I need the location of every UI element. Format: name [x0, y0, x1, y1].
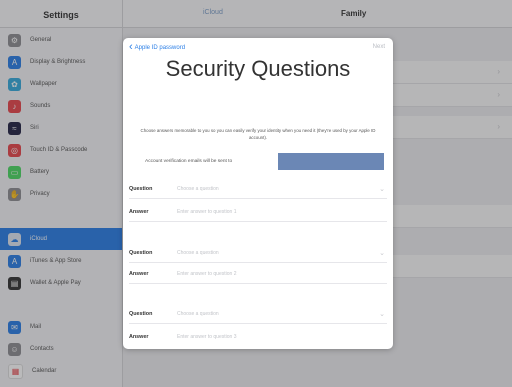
rescue-email-label: Account verification emails will be sent…	[145, 158, 233, 164]
chevron-down-icon: ⌄	[379, 186, 385, 193]
chevron-down-icon: ⌄	[379, 250, 385, 257]
chevron-left-icon: ‹	[129, 41, 133, 53]
security-questions-sheet: ‹ Apple ID password Next Security Questi…	[123, 38, 393, 349]
sheet-nav-bar: ‹ Apple ID password Next	[123, 38, 393, 58]
question-label: Question	[129, 250, 153, 256]
answer-3-input[interactable]: Enter answer to question 3	[177, 334, 387, 340]
rescue-email-field[interactable]	[278, 153, 384, 170]
answer-label: Answer	[129, 334, 149, 340]
answer-1-input[interactable]: Enter answer to question 1	[177, 209, 387, 215]
question-3-select[interactable]: Choose a question	[177, 311, 379, 317]
answer-1-row[interactable]: Answer Enter answer to question 1	[129, 203, 387, 222]
next-button[interactable]: Next	[373, 44, 385, 50]
question-label: Question	[129, 311, 153, 317]
answer-label: Answer	[129, 209, 149, 215]
question-3-row[interactable]: Question Choose a question ⌄	[129, 305, 387, 324]
answer-label: Answer	[129, 271, 149, 277]
question-2-row[interactable]: Question Choose a question ⌄	[129, 244, 387, 263]
question-label: Question	[129, 186, 153, 192]
back-button[interactable]: ‹ Apple ID password	[129, 42, 185, 53]
back-button-label: Apple ID password	[134, 44, 186, 51]
rescue-email-row: Account verification emails will be sent…	[123, 153, 393, 170]
answer-2-input[interactable]: Enter answer to question 2	[177, 271, 387, 277]
question-1-select[interactable]: Choose a question	[177, 186, 379, 192]
answer-2-row[interactable]: Answer Enter answer to question 2	[129, 265, 387, 284]
question-1-row[interactable]: Question Choose a question ⌄	[129, 180, 387, 199]
chevron-down-icon: ⌄	[379, 311, 385, 318]
question-2-select[interactable]: Choose a question	[177, 250, 379, 256]
answer-3-row[interactable]: Answer Enter answer to question 3	[129, 328, 387, 346]
page-title: Security Questions	[165, 56, 351, 81]
intro-text: Choose answers memorable to you so you c…	[140, 128, 376, 140]
